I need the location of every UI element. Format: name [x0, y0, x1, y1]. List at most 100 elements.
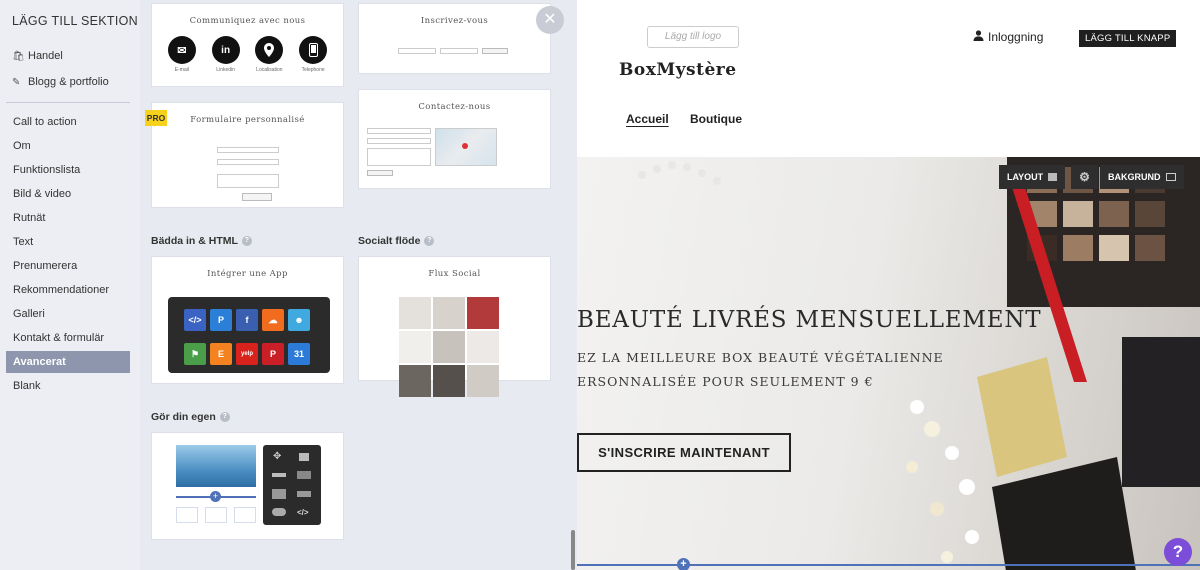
sidebar-item-label: Blogg & portfolio	[28, 76, 109, 88]
calendar-icon: 31	[288, 343, 310, 365]
sidebar-item-text[interactable]: Text	[6, 231, 130, 253]
eventbrite-icon: E	[210, 343, 232, 365]
newsletter-button	[482, 48, 508, 54]
move-icon: ✥	[273, 451, 282, 462]
contact-email: ✉ E-mail	[167, 36, 196, 73]
user-icon	[973, 30, 984, 44]
sidebar-item-galleri[interactable]: Galleri	[6, 303, 130, 325]
layout-icon	[1048, 173, 1058, 181]
section-label-text: Socialt flöde	[358, 235, 421, 247]
icon-label: E-mail	[174, 67, 189, 73]
add-block-icon: +	[210, 491, 221, 502]
facebook-icon: f	[236, 309, 258, 331]
linkedin-icon: in	[211, 36, 240, 64]
sidebar-item-rekommendationer[interactable]: Rekommendationer	[6, 279, 130, 301]
image-icon	[1165, 173, 1176, 181]
pro-badge: PRO	[145, 110, 167, 126]
edit-icon: ✎	[12, 76, 21, 88]
help-icon[interactable]: ?	[241, 236, 252, 246]
soundcloud-icon: ☁	[262, 309, 284, 331]
contact-phone: Telephone	[299, 36, 328, 73]
add-button[interactable]: LÄGG TILL KNAPP	[1079, 30, 1177, 47]
contact-linkedin: in Linkedin	[211, 36, 240, 73]
form-submit	[367, 170, 393, 176]
social-photo	[399, 297, 431, 329]
sidebar-item-prenumerera[interactable]: Prenumerera	[6, 255, 130, 277]
close-icon[interactable]: ✕	[536, 6, 564, 34]
signup-cta-button[interactable]: S'INSCRIRE MAINTENANT	[577, 433, 791, 472]
hero-subline-1: EZ LA MEILLEURE BOX BEAUTÉ VÉGÉTALIENNE	[577, 350, 944, 365]
login-link[interactable]: Inloggning	[973, 30, 1043, 44]
section-label-text: Gör din egen	[151, 411, 216, 423]
map-marker-icon	[462, 143, 468, 149]
card-title: Inscrivez-vous	[420, 16, 489, 26]
button-block-icon	[272, 473, 286, 477]
contact-icons-row: ✉ E-mail in Linkedin Localisation Teleph…	[152, 26, 343, 73]
form-field	[367, 128, 431, 134]
paypal-icon: P	[210, 309, 232, 331]
code-block-icon: </>	[297, 508, 309, 517]
section-label-text: Bädda in & HTML	[151, 235, 238, 247]
background-button[interactable]: BAKGRUND	[1100, 165, 1184, 189]
contact-location: Localisation	[255, 36, 284, 73]
social-photo	[399, 331, 431, 363]
sidebar-item-handel[interactable]: 🛍 Handel	[12, 50, 63, 62]
sidebar-item-call-to-action[interactable]: Call to action	[6, 111, 130, 133]
sidebar-item-rutnat[interactable]: Rutnät	[6, 207, 130, 229]
block-placeholder	[234, 507, 256, 523]
site-brand: BoxMystère	[619, 60, 737, 80]
add-section-icon[interactable]: +	[677, 558, 690, 570]
help-icon[interactable]: ?	[424, 236, 435, 246]
email-icon: ✉	[167, 36, 196, 64]
sidebar-item-blank[interactable]: Blank	[6, 375, 130, 397]
panel-scrollbar[interactable]	[571, 530, 575, 570]
hero-subline-2: ERSONNALISÉE POUR SEULEMENT 9 €	[577, 374, 874, 389]
sidebar-item-om[interactable]: Om	[6, 135, 130, 157]
custom-block-placeholders	[176, 507, 256, 523]
form-textarea	[367, 148, 431, 166]
card-communiquez[interactable]: Communiquez avec nous ✉ E-mail in Linked…	[151, 3, 344, 87]
social-photo	[467, 331, 499, 363]
social-photo	[433, 297, 465, 329]
card-contactez[interactable]: Contactez-nous	[358, 89, 551, 189]
nav-accueil[interactable]: Accueil	[626, 112, 669, 126]
layout-label: LAYOUT	[1007, 172, 1044, 182]
sidebar-item-bild-video[interactable]: Bild & video	[6, 183, 130, 205]
card-inscrivez[interactable]: Inscrivez-vous	[358, 3, 551, 74]
sidebar-item-kontakt[interactable]: Kontakt & formulär	[6, 327, 130, 349]
card-custom[interactable]: + ✥ </>	[151, 432, 344, 540]
block-placeholder	[205, 507, 227, 523]
help-icon[interactable]: ?	[219, 412, 230, 422]
settings-gear-button[interactable]: ⚙	[1071, 165, 1098, 189]
social-photo	[433, 331, 465, 363]
card-formulaire[interactable]: Formulaire personnalisé	[151, 102, 344, 208]
logo-placeholder[interactable]: Lägg till logo	[647, 26, 739, 48]
shopping-bag-icon: 🛍	[12, 50, 25, 62]
custom-image-placeholder	[176, 445, 256, 487]
columns-block-icon	[297, 491, 311, 497]
icon-label: Localisation	[256, 67, 283, 73]
section-divider-line	[577, 564, 1200, 566]
sidebar-item-avancerat[interactable]: Avancerat	[6, 351, 130, 373]
site-preview: Lägg till logo BoxMystère Inloggning LÄG…	[577, 0, 1200, 570]
login-label: Inloggning	[988, 30, 1044, 44]
background-label: BAKGRUND	[1108, 172, 1161, 182]
card-integrer[interactable]: Intégrer une App </> P f ☁ ☻ ⚑ E yelp P …	[151, 256, 344, 384]
list-block-icon	[297, 471, 311, 479]
newsletter-field	[440, 48, 478, 54]
block-toolbox: ✥ </>	[263, 445, 321, 525]
card-title: Formulaire personnalisé	[190, 115, 305, 125]
phone-icon	[299, 36, 328, 64]
form-field	[217, 147, 279, 153]
nav-boutique[interactable]: Boutique	[690, 112, 742, 126]
section-label-social: Socialt flöde ?	[358, 235, 435, 247]
help-button[interactable]: ?	[1164, 538, 1192, 566]
sidebar-item-label: Handel	[28, 50, 63, 62]
hero-headline: BEAUTÉ LIVRÉS MENSUELLEMENT	[577, 307, 1042, 333]
sidebar-item-funktionslista[interactable]: Funktionslista	[6, 159, 130, 181]
layout-button[interactable]: LAYOUT	[999, 165, 1066, 189]
card-flux[interactable]: Flux Social	[358, 256, 551, 397]
sidebar-item-blogg[interactable]: ✎ Blogg & portfolio	[12, 76, 109, 88]
social-photo	[467, 297, 499, 329]
form-field	[367, 138, 431, 144]
